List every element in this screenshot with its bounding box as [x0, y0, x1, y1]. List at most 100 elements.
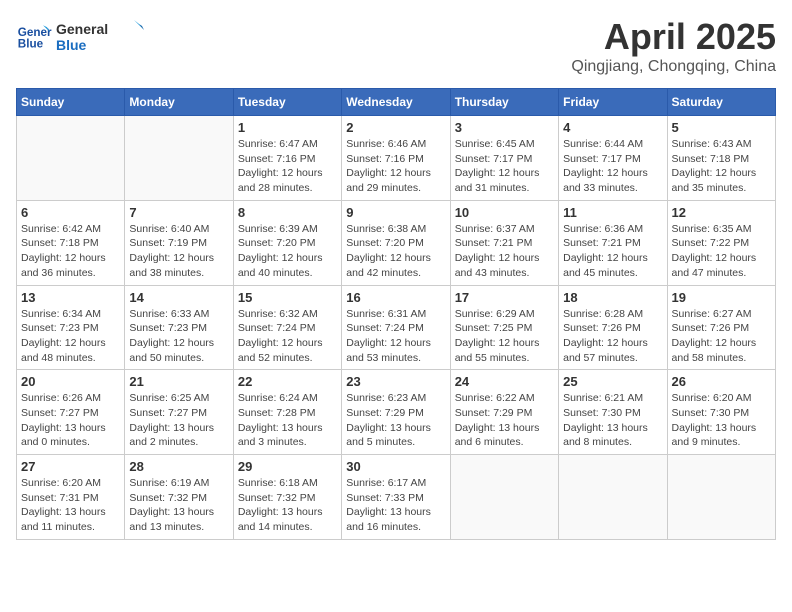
svg-text:Blue: Blue	[18, 38, 44, 51]
day-number: 12	[672, 205, 771, 220]
day-number: 19	[672, 290, 771, 305]
day-info: Sunrise: 6:40 AM Sunset: 7:19 PM Dayligh…	[129, 222, 228, 281]
calendar-week-row: 27Sunrise: 6:20 AM Sunset: 7:31 PM Dayli…	[17, 455, 776, 540]
day-number: 5	[672, 120, 771, 135]
day-number: 10	[455, 205, 554, 220]
day-info: Sunrise: 6:28 AM Sunset: 7:26 PM Dayligh…	[563, 307, 662, 366]
weekday-header-monday: Monday	[125, 89, 233, 116]
day-info: Sunrise: 6:29 AM Sunset: 7:25 PM Dayligh…	[455, 307, 554, 366]
weekday-header-friday: Friday	[559, 89, 667, 116]
calendar-cell	[125, 116, 233, 201]
calendar-week-row: 20 Sunrise: 6:26 AM Sunset: 7:27 PM Dayli…	[17, 370, 776, 455]
logo-svg: General Blue	[56, 16, 146, 56]
day-info: Sunrise: 6:36 AM Sunset: 7:21 PM Dayligh…	[563, 222, 662, 281]
day-number: 20	[21, 374, 120, 389]
day-info: Sunrise: 6:25 AM Sunset: 7:27 PM Dayligh…	[129, 391, 228, 450]
calendar-cell: 29Sunrise: 6:18 AM Sunset: 7:32 PM Dayli…	[233, 455, 341, 540]
day-number: 21	[129, 374, 228, 389]
day-info: Sunrise: 6:43 AM Sunset: 7:18 PM Dayligh…	[672, 137, 771, 196]
calendar-cell: 16 Sunrise: 6:31 AM Sunset: 7:24 PM Dayli…	[342, 285, 450, 370]
calendar-cell: 10 Sunrise: 6:37 AM Sunset: 7:21 PM Dayli…	[450, 200, 558, 285]
day-number: 3	[455, 120, 554, 135]
day-number: 7	[129, 205, 228, 220]
calendar-cell: 21 Sunrise: 6:25 AM Sunset: 7:27 PM Dayli…	[125, 370, 233, 455]
day-number: 27	[21, 459, 120, 474]
calendar-cell: 20 Sunrise: 6:26 AM Sunset: 7:27 PM Dayli…	[17, 370, 125, 455]
day-info: Sunrise: 6:20 AM Sunset: 7:30 PM Dayligh…	[672, 391, 771, 450]
day-number: 2	[346, 120, 445, 135]
calendar-cell	[559, 455, 667, 540]
weekday-header-saturday: Saturday	[667, 89, 775, 116]
day-number: 18	[563, 290, 662, 305]
calendar-cell: 14 Sunrise: 6:33 AM Sunset: 7:23 PM Dayli…	[125, 285, 233, 370]
day-number: 25	[563, 374, 662, 389]
day-info: Sunrise: 6:37 AM Sunset: 7:21 PM Dayligh…	[455, 222, 554, 281]
location: Qingjiang, Chongqing, China	[571, 58, 776, 76]
calendar-cell: 7 Sunrise: 6:40 AM Sunset: 7:19 PM Daylig…	[125, 200, 233, 285]
day-info: Sunrise: 6:46 AM Sunset: 7:16 PM Dayligh…	[346, 137, 445, 196]
day-info: Sunrise: 6:39 AM Sunset: 7:20 PM Dayligh…	[238, 222, 337, 281]
day-info: Sunrise: 6:45 AM Sunset: 7:17 PM Dayligh…	[455, 137, 554, 196]
calendar-cell: 15 Sunrise: 6:32 AM Sunset: 7:24 PM Dayli…	[233, 285, 341, 370]
day-number: 8	[238, 205, 337, 220]
calendar-week-row: 6Sunrise: 6:42 AM Sunset: 7:18 PM Daylig…	[17, 200, 776, 285]
day-info: Sunrise: 6:21 AM Sunset: 7:30 PM Dayligh…	[563, 391, 662, 450]
calendar-cell: 1Sunrise: 6:47 AM Sunset: 7:16 PM Daylig…	[233, 116, 341, 201]
day-info: Sunrise: 6:31 AM Sunset: 7:24 PM Dayligh…	[346, 307, 445, 366]
calendar-cell: 22 Sunrise: 6:24 AM Sunset: 7:28 PM Dayli…	[233, 370, 341, 455]
logo: General Blue General Blue	[16, 16, 146, 56]
day-number: 11	[563, 205, 662, 220]
day-info: Sunrise: 6:32 AM Sunset: 7:24 PM Dayligh…	[238, 307, 337, 366]
day-number: 24	[455, 374, 554, 389]
weekday-header-sunday: Sunday	[17, 89, 125, 116]
calendar-cell	[450, 455, 558, 540]
calendar-cell: 18 Sunrise: 6:28 AM Sunset: 7:26 PM Dayli…	[559, 285, 667, 370]
day-info: Sunrise: 6:42 AM Sunset: 7:18 PM Dayligh…	[21, 222, 120, 281]
calendar-cell: 8 Sunrise: 6:39 AM Sunset: 7:20 PM Daylig…	[233, 200, 341, 285]
day-info: Sunrise: 6:27 AM Sunset: 7:26 PM Dayligh…	[672, 307, 771, 366]
weekday-header-wednesday: Wednesday	[342, 89, 450, 116]
day-number: 22	[238, 374, 337, 389]
logo-icon: General Blue	[16, 18, 52, 54]
weekday-header-thursday: Thursday	[450, 89, 558, 116]
day-number: 15	[238, 290, 337, 305]
day-info: Sunrise: 6:26 AM Sunset: 7:27 PM Dayligh…	[21, 391, 120, 450]
calendar-cell	[17, 116, 125, 201]
day-number: 23	[346, 374, 445, 389]
day-number: 1	[238, 120, 337, 135]
calendar-cell: 24Sunrise: 6:22 AM Sunset: 7:29 PM Dayli…	[450, 370, 558, 455]
month-title: April 2025	[571, 16, 776, 58]
day-info: Sunrise: 6:44 AM Sunset: 7:17 PM Dayligh…	[563, 137, 662, 196]
day-number: 17	[455, 290, 554, 305]
calendar-table: SundayMondayTuesdayWednesdayThursdayFrid…	[16, 88, 776, 540]
title-area: April 2025 Qingjiang, Chongqing, China	[571, 16, 776, 76]
calendar-cell: 25 Sunrise: 6:21 AM Sunset: 7:30 PM Dayli…	[559, 370, 667, 455]
calendar-cell: 2 Sunrise: 6:46 AM Sunset: 7:16 PM Daylig…	[342, 116, 450, 201]
calendar-cell: 26Sunrise: 6:20 AM Sunset: 7:30 PM Dayli…	[667, 370, 775, 455]
day-info: Sunrise: 6:18 AM Sunset: 7:32 PM Dayligh…	[238, 476, 337, 535]
calendar-cell: 23 Sunrise: 6:23 AM Sunset: 7:29 PM Dayli…	[342, 370, 450, 455]
day-info: Sunrise: 6:17 AM Sunset: 7:33 PM Dayligh…	[346, 476, 445, 535]
calendar-cell: 12Sunrise: 6:35 AM Sunset: 7:22 PM Dayli…	[667, 200, 775, 285]
calendar-cell: 5 Sunrise: 6:43 AM Sunset: 7:18 PM Daylig…	[667, 116, 775, 201]
day-info: Sunrise: 6:24 AM Sunset: 7:28 PM Dayligh…	[238, 391, 337, 450]
day-number: 16	[346, 290, 445, 305]
calendar-cell: 3 Sunrise: 6:45 AM Sunset: 7:17 PM Daylig…	[450, 116, 558, 201]
calendar-cell: 6Sunrise: 6:42 AM Sunset: 7:18 PM Daylig…	[17, 200, 125, 285]
day-number: 4	[563, 120, 662, 135]
day-number: 14	[129, 290, 228, 305]
calendar-cell: 11 Sunrise: 6:36 AM Sunset: 7:21 PM Dayli…	[559, 200, 667, 285]
weekday-header-row: SundayMondayTuesdayWednesdayThursdayFrid…	[17, 89, 776, 116]
calendar-cell: 28Sunrise: 6:19 AM Sunset: 7:32 PM Dayli…	[125, 455, 233, 540]
weekday-header-tuesday: Tuesday	[233, 89, 341, 116]
day-info: Sunrise: 6:38 AM Sunset: 7:20 PM Dayligh…	[346, 222, 445, 281]
calendar-week-row: 1Sunrise: 6:47 AM Sunset: 7:16 PM Daylig…	[17, 116, 776, 201]
calendar-cell: 19 Sunrise: 6:27 AM Sunset: 7:26 PM Dayli…	[667, 285, 775, 370]
page-header: General Blue General Blue April 2025 Qin…	[16, 16, 776, 76]
svg-text:Blue: Blue	[56, 37, 87, 53]
calendar-cell: 4 Sunrise: 6:44 AM Sunset: 7:17 PM Daylig…	[559, 116, 667, 201]
calendar-cell: 27Sunrise: 6:20 AM Sunset: 7:31 PM Dayli…	[17, 455, 125, 540]
calendar-cell: 9Sunrise: 6:38 AM Sunset: 7:20 PM Daylig…	[342, 200, 450, 285]
day-info: Sunrise: 6:23 AM Sunset: 7:29 PM Dayligh…	[346, 391, 445, 450]
day-info: Sunrise: 6:33 AM Sunset: 7:23 PM Dayligh…	[129, 307, 228, 366]
